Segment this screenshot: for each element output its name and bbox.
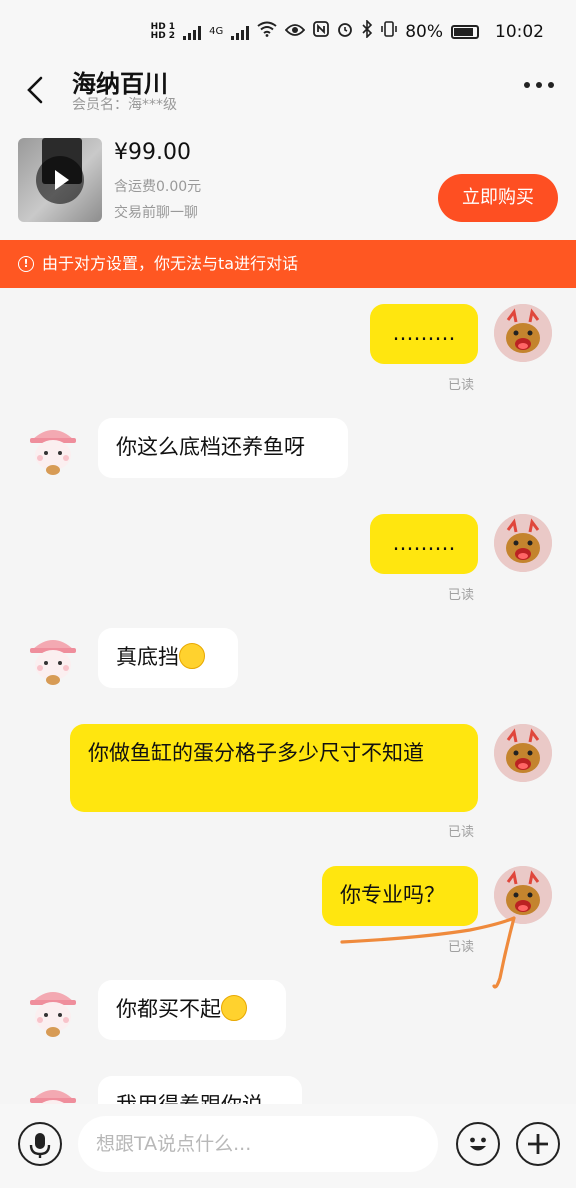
- battery-icon: [451, 24, 479, 39]
- grin-emoji-icon: [221, 995, 247, 1021]
- bluetooth-icon: [361, 19, 373, 43]
- battery-percent: 80%: [405, 21, 443, 42]
- emoji-button[interactable]: [456, 1122, 500, 1166]
- signal-icon: [183, 24, 202, 40]
- input-bar: [0, 1104, 576, 1188]
- read-status: 已读: [448, 940, 475, 955]
- blocked-banner: ! 由于对方设置，你无法与ta进行对话: [0, 240, 576, 288]
- my-avatar[interactable]: [494, 514, 552, 572]
- message-bubble-received[interactable]: 你这么底档还养鱼呀: [98, 418, 348, 478]
- plus-icon: [528, 1134, 548, 1154]
- microphone-icon: [29, 1133, 51, 1158]
- eye-icon: [284, 22, 306, 42]
- vibrate-icon: [381, 21, 398, 42]
- read-status: 已读: [448, 588, 475, 603]
- message-bubble-received[interactable]: 你都买不起: [98, 980, 286, 1040]
- read-status: 已读: [448, 378, 475, 393]
- message-list[interactable]: ……… 已读 你这么底档还养鱼呀 ……… 已读 真底挡 你做鱼缸的蛋分格子多少尺…: [0, 288, 576, 1104]
- my-avatar[interactable]: [494, 304, 552, 362]
- alarm-icon: [337, 21, 353, 42]
- signal-icon-2: [231, 24, 250, 40]
- chat-hint: 交易前聊一聊: [114, 205, 198, 221]
- message-input[interactable]: [78, 1116, 438, 1172]
- status-bar: HD 1 HD 2 4G 80% 10:02: [0, 0, 576, 64]
- smiley-icon: [470, 1137, 486, 1151]
- read-status: 已读: [448, 825, 475, 840]
- message-text: 你都买不起: [116, 997, 221, 1021]
- message-bubble-sent[interactable]: 你做鱼缸的蛋分格子多少尺寸不知道: [70, 724, 478, 812]
- product-price: ¥99.00: [114, 140, 191, 165]
- buy-now-button[interactable]: 立即购买: [438, 174, 558, 222]
- message-bubble-received[interactable]: 我用得着跟你说: [98, 1076, 302, 1104]
- clock: 10:02: [495, 21, 544, 42]
- my-avatar[interactable]: [494, 866, 552, 924]
- contact-avatar[interactable]: [24, 980, 82, 1038]
- warning-icon: !: [18, 256, 34, 272]
- back-arrow-icon[interactable]: [22, 72, 50, 108]
- voice-mic-button[interactable]: [18, 1122, 62, 1166]
- chat-header: 海纳百川 会员名：海***级: [0, 64, 576, 124]
- banner-text: 由于对方设置，你无法与ta进行对话: [42, 254, 299, 273]
- more-options-icon[interactable]: [524, 82, 554, 88]
- contact-avatar[interactable]: [24, 418, 82, 476]
- hand-drawn-arrow-annotation: [340, 916, 516, 989]
- shipping-info: 含运费0.00元: [114, 179, 202, 195]
- message-bubble-sent[interactable]: 你专业吗？: [322, 866, 478, 926]
- contact-avatar[interactable]: [24, 628, 82, 686]
- contact-avatar[interactable]: [24, 1078, 82, 1104]
- rolling-eyes-emoji-icon: [179, 643, 205, 669]
- nfc-icon: [313, 21, 330, 42]
- hd-indicator: HD 1 HD 2: [150, 21, 176, 41]
- product-video-thumbnail[interactable]: [18, 138, 102, 222]
- message-text: 真底挡: [116, 645, 179, 669]
- add-button[interactable]: [516, 1122, 560, 1166]
- message-bubble-sent[interactable]: ………: [370, 304, 478, 364]
- member-level: 会员名：海***级: [72, 97, 177, 113]
- play-icon: [36, 156, 84, 204]
- network-type: 4G: [209, 26, 224, 37]
- product-card[interactable]: ¥99.00 含运费0.00元 交易前聊一聊 立即购买: [0, 124, 576, 240]
- wifi-icon: [257, 21, 277, 42]
- message-bubble-sent[interactable]: ………: [370, 514, 478, 574]
- my-avatar[interactable]: [494, 724, 552, 782]
- message-bubble-received[interactable]: 真底挡: [98, 628, 238, 688]
